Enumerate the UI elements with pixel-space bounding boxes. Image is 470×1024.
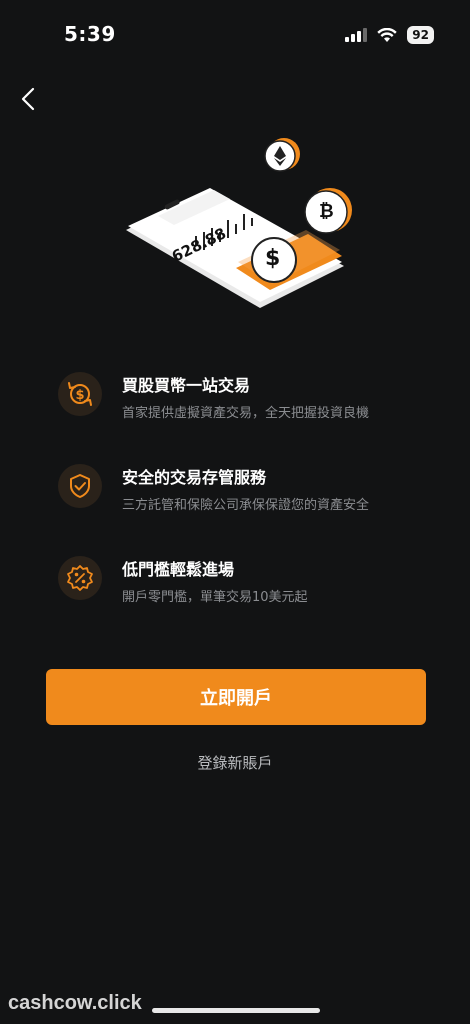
feature-item: 安全的交易存管服務 三方託管和保險公司承保保證您的資產安全 [58, 458, 438, 550]
feature-description: 開戶零門檻，單筆交易10美元起 [122, 590, 308, 605]
status-time: 5:39 [64, 22, 116, 46]
wifi-icon [377, 27, 397, 42]
home-indicator [152, 1008, 320, 1013]
shield-check-icon [58, 464, 102, 508]
status-icons: 92 [345, 26, 434, 44]
dollar-exchange-icon: $ [58, 372, 102, 416]
open-account-button[interactable]: 立即開戶 [46, 669, 426, 725]
hero-phone-illustration [126, 138, 352, 308]
watermark: cashcow.click [8, 992, 142, 1014]
bitcoin-symbol: ₿ [319, 201, 334, 222]
feature-title: 買股買幣一站交易 [122, 376, 251, 395]
login-new-account-link[interactable]: 登錄新賬戶 [0, 752, 470, 773]
back-button[interactable] [14, 84, 44, 114]
svg-text:$: $ [75, 388, 84, 403]
feature-item: $ 買股買幣一站交易 首家提供虛擬資產交易，全天把握投資良機 [58, 366, 438, 458]
feature-list: $ 買股買幣一站交易 首家提供虛擬資產交易，全天把握投資良機 安全的交易存管服務… [58, 366, 438, 642]
chevron-left-icon [21, 87, 35, 111]
feature-item: 低門檻輕鬆進場 開戶零門檻，單筆交易10美元起 [58, 550, 438, 642]
battery-indicator: 92 [407, 26, 434, 44]
status-bar: 5:39 92 [0, 0, 470, 70]
feature-description: 三方託管和保險公司承保保證您的資產安全 [122, 498, 370, 513]
hero-illustration: 628.88 $ ₿ [118, 138, 358, 328]
signal-icon [345, 28, 368, 42]
feature-title: 低門檻輕鬆進場 [122, 560, 235, 579]
feature-description: 首家提供虛擬資產交易，全天把握投資良機 [122, 406, 370, 421]
percent-badge-icon [58, 556, 102, 600]
dollar-coin-symbol: $ [265, 246, 281, 271]
feature-title: 安全的交易存管服務 [122, 468, 267, 487]
